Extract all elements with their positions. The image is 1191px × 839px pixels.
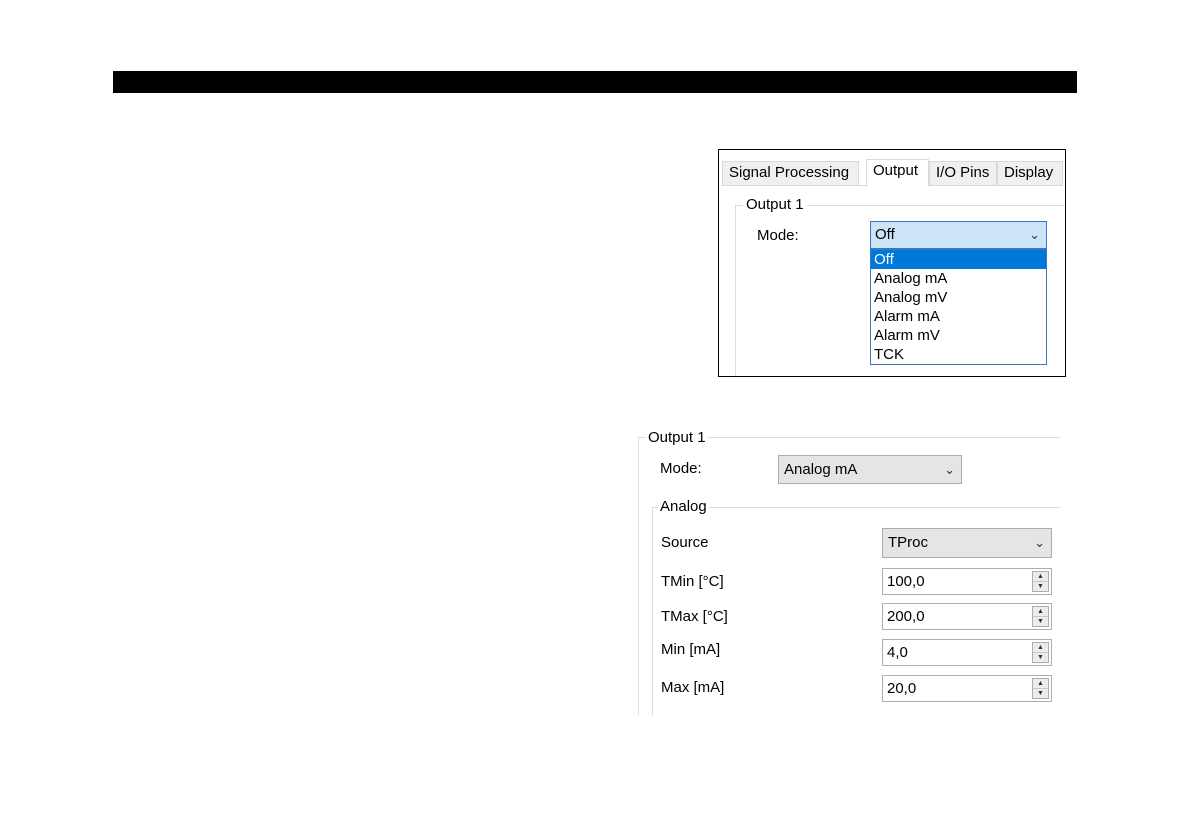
output-tab-screenshot: Signal Processing Output I/O Pins Displa… (718, 149, 1066, 377)
spinner-arrows-icon[interactable]: ▲ ▼ (1032, 678, 1049, 699)
group-border (652, 507, 653, 715)
mode-option-alarm-ma[interactable]: Alarm mA (871, 307, 1046, 326)
spinner-arrows-icon[interactable]: ▲ ▼ (1032, 642, 1049, 663)
chevron-down-icon: ⌄ (1034, 535, 1045, 550)
spin-up-icon[interactable]: ▲ (1033, 607, 1048, 617)
mode-label: Mode: (757, 227, 799, 244)
mode-select[interactable]: Off ⌄ (870, 221, 1047, 249)
tab-io-pins[interactable]: I/O Pins (929, 161, 997, 185)
source-select-value: TProc (888, 534, 929, 551)
group-title-analog: Analog (658, 498, 709, 515)
group-title-output-1: Output 1 (743, 196, 807, 213)
min-ma-value: 4,0 (887, 644, 908, 661)
tmin-label: TMin [°C] (661, 573, 724, 590)
mode-dropdown-list: Off Analog mA Analog mV Alarm mA Alarm m… (870, 249, 1047, 365)
spinner-arrows-icon[interactable]: ▲ ▼ (1032, 571, 1049, 592)
group-title-output-1: Output 1 (646, 429, 708, 446)
spin-down-icon[interactable]: ▼ (1033, 689, 1048, 698)
mode-select[interactable]: Analog mA ⌄ (778, 455, 962, 484)
tab-signal-processing[interactable]: Signal Processing (722, 161, 859, 185)
mode-option-analog-ma[interactable]: Analog mA (871, 269, 1046, 288)
tab-strip: Signal Processing Output I/O Pins Displa… (722, 159, 1063, 186)
spin-up-icon[interactable]: ▲ (1033, 643, 1048, 653)
analog-config-screenshot: Output 1 Mode: Analog mA ⌄ Analog Source… (636, 425, 1066, 715)
tab-display[interactable]: Display (997, 161, 1063, 185)
max-ma-input[interactable]: 20,0 ▲ ▼ (882, 675, 1052, 702)
header-bar (113, 71, 1077, 93)
min-ma-label: Min [mA] (661, 641, 721, 658)
spin-down-icon[interactable]: ▼ (1033, 617, 1048, 626)
mode-label: Mode: (660, 460, 702, 477)
group-border (638, 437, 639, 715)
tmax-value: 200,0 (887, 608, 925, 625)
chevron-down-icon: ⌄ (944, 462, 955, 477)
mode-option-alarm-mv[interactable]: Alarm mV (871, 326, 1046, 345)
spin-up-icon[interactable]: ▲ (1033, 572, 1048, 582)
spin-down-icon[interactable]: ▼ (1033, 582, 1048, 591)
max-ma-value: 20,0 (887, 680, 917, 697)
spin-up-icon[interactable]: ▲ (1033, 679, 1048, 689)
mode-option-tck[interactable]: TCK (871, 345, 1046, 364)
tmax-input[interactable]: 200,0 ▲ ▼ (882, 603, 1052, 630)
tmax-label: TMax [°C] (661, 608, 728, 625)
spinner-arrows-icon[interactable]: ▲ ▼ (1032, 606, 1049, 627)
source-label: Source (661, 534, 709, 551)
tmin-value: 100,0 (887, 573, 925, 590)
mode-select-value: Off (875, 226, 895, 243)
mode-select-value: Analog mA (784, 461, 858, 478)
tab-output[interactable]: Output (866, 159, 929, 186)
spin-down-icon[interactable]: ▼ (1033, 653, 1048, 662)
max-ma-label: Max [mA] (661, 679, 725, 696)
source-select[interactable]: TProc ⌄ (882, 528, 1052, 558)
mode-option-off[interactable]: Off (871, 250, 1046, 269)
group-border (735, 205, 736, 376)
min-ma-input[interactable]: 4,0 ▲ ▼ (882, 639, 1052, 666)
tmin-input[interactable]: 100,0 ▲ ▼ (882, 568, 1052, 595)
mode-option-analog-mv[interactable]: Analog mV (871, 288, 1046, 307)
group-border (652, 507, 1060, 508)
chevron-down-icon: ⌄ (1029, 227, 1040, 242)
